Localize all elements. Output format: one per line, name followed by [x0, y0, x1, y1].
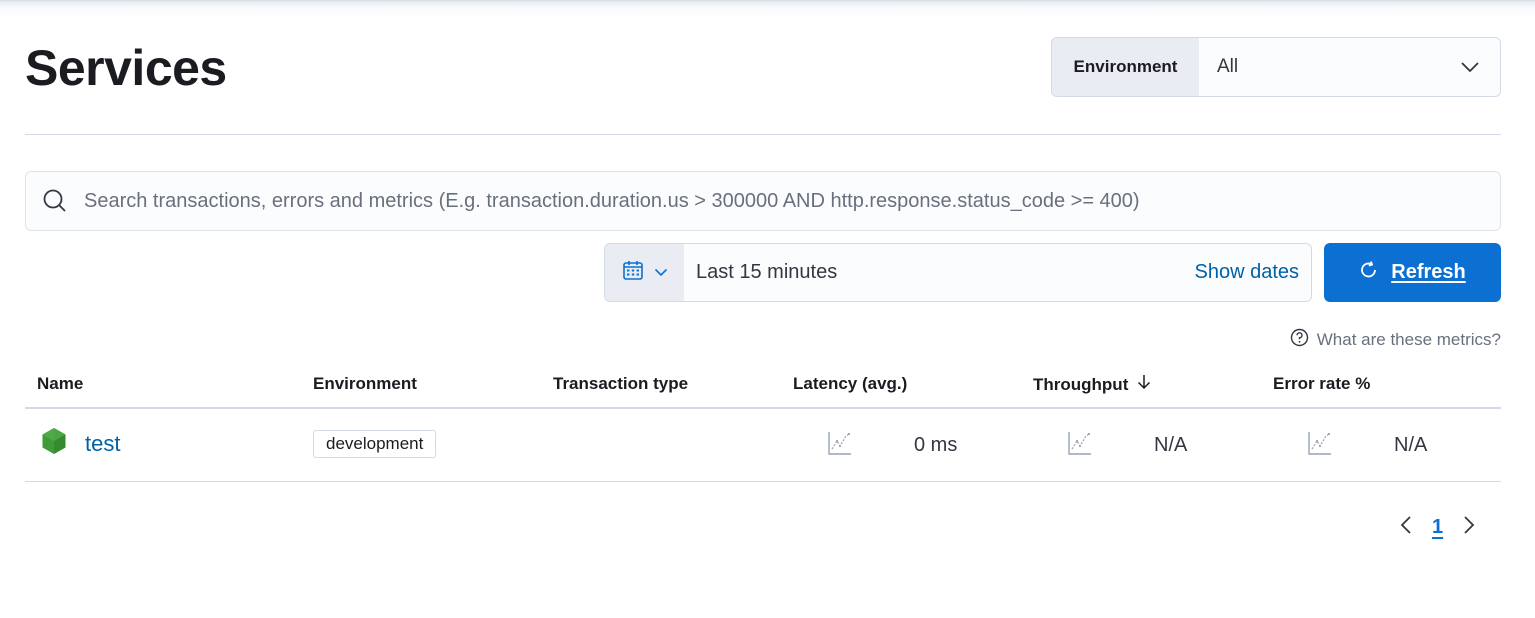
pagination: 1: [1400, 515, 1475, 540]
latency-value: 0 ms: [914, 434, 958, 456]
metrics-help-link[interactable]: What are these metrics?: [1290, 328, 1501, 352]
calendar-icon: [622, 259, 644, 286]
search-input[interactable]: Search transactions, errors and metrics …: [25, 171, 1501, 231]
search-icon: [26, 188, 84, 214]
page-button-1[interactable]: 1: [1432, 516, 1443, 539]
refresh-icon: [1359, 260, 1379, 285]
throughput-cell: N/A: [1068, 431, 1187, 460]
column-label: Latency (avg.): [793, 374, 908, 393]
page-title: Services: [25, 40, 227, 96]
environment-select[interactable]: Environment All: [1051, 37, 1501, 97]
next-page-icon[interactable]: [1463, 515, 1475, 540]
chevron-down-icon[interactable]: [1440, 38, 1500, 96]
error-rate-value: N/A: [1394, 434, 1428, 456]
sparkline-placeholder-icon: [828, 431, 852, 460]
latency-cell: 0 ms: [828, 431, 957, 460]
show-dates-link[interactable]: Show dates: [1194, 261, 1299, 284]
date-picker[interactable]: Last 15 minutes Show dates: [604, 243, 1312, 302]
quick-select-button[interactable]: [605, 244, 684, 301]
sparkline-placeholder-icon: [1068, 431, 1092, 460]
question-circle-icon: [1290, 328, 1309, 352]
error-rate-cell: N/A: [1308, 431, 1427, 460]
column-label: Transaction type: [553, 374, 689, 393]
column-header-throughput[interactable]: Throughput: [1033, 374, 1152, 395]
service-name-cell: test: [41, 427, 120, 460]
environment-select-value[interactable]: All: [1199, 38, 1440, 96]
search-placeholder: Search transactions, errors and metrics …: [84, 189, 1140, 212]
column-label: Error rate %: [1273, 374, 1371, 393]
service-link[interactable]: test: [85, 431, 120, 457]
header-shadow: [0, 0, 1535, 18]
services-table: Name Environment Transaction type Latenc…: [25, 362, 1501, 482]
sparkline-placeholder-icon: [1308, 431, 1332, 460]
column-label: Throughput: [1033, 374, 1129, 394]
table-header: Name Environment Transaction type Latenc…: [25, 362, 1501, 409]
nodejs-icon: [41, 427, 67, 460]
date-range-label[interactable]: Last 15 minutes: [696, 261, 837, 284]
column-label: Name: [37, 374, 84, 393]
throughput-value: N/A: [1154, 434, 1188, 456]
column-header-error-rate[interactable]: Error rate %: [1273, 374, 1370, 394]
chevron-down-icon: [654, 264, 668, 282]
header-divider: [25, 134, 1501, 135]
date-range-display[interactable]: Last 15 minutes Show dates: [684, 244, 1311, 301]
column-header-transaction-type[interactable]: Transaction type: [553, 374, 688, 394]
column-header-latency[interactable]: Latency (avg.): [793, 374, 907, 394]
refresh-button-label: Refresh: [1391, 261, 1466, 283]
metrics-help-label: What are these metrics?: [1316, 330, 1501, 349]
column-header-environment[interactable]: Environment: [313, 374, 417, 394]
sort-descending-icon: [1136, 374, 1152, 395]
refresh-button[interactable]: Refresh: [1324, 243, 1501, 302]
environment-badge: development: [313, 430, 437, 458]
environment-cell: development: [313, 430, 437, 458]
environment-select-label: Environment: [1052, 38, 1199, 96]
column-header-name[interactable]: Name: [37, 374, 83, 394]
table-row: test development 0 ms N/A N/A: [25, 409, 1501, 482]
column-label: Environment: [313, 374, 417, 393]
previous-page-icon[interactable]: [1400, 515, 1412, 540]
